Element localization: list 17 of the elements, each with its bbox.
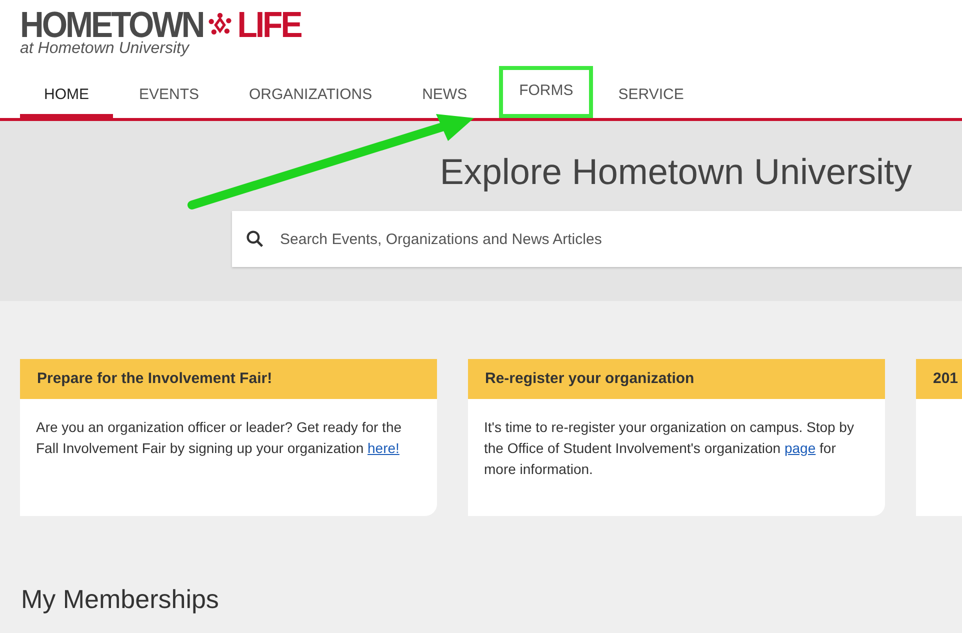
link[interactable]: here! (368, 440, 400, 456)
hero-title: Explore Hometown University (440, 151, 912, 193)
card-title: 201 (916, 359, 962, 399)
card-text: Are you an organization officer or leader? Get ready for the Fall Involvement Fair by signing up your organization here! (36, 418, 403, 458)
nav-tab[interactable]: SERVICE (594, 74, 708, 118)
nav-tab[interactable]: EVENTS (115, 74, 224, 118)
search-field[interactable]: Search Events, Organizations and News Articles (232, 211, 962, 267)
nav-tab[interactable]: ORGANIZATIONS (225, 74, 396, 118)
link[interactable]: page (784, 440, 816, 456)
card-text: It's time to re-register your organization on campus. Stop by the Office of Student Involvement's organization page for more information. (484, 418, 855, 479)
logo-subtitle: at Hometown University (20, 40, 191, 58)
logo-wordmark: LIFE (237, 6, 301, 44)
card-title: Re-register your organization (468, 359, 885, 399)
nav-tab[interactable]: NEWS (398, 74, 492, 118)
section-title: My Memberships (21, 584, 220, 615)
card-title: Prepare for the Involvement Fair! (20, 359, 437, 399)
nav-tab[interactable]: FORMS (501, 68, 592, 116)
